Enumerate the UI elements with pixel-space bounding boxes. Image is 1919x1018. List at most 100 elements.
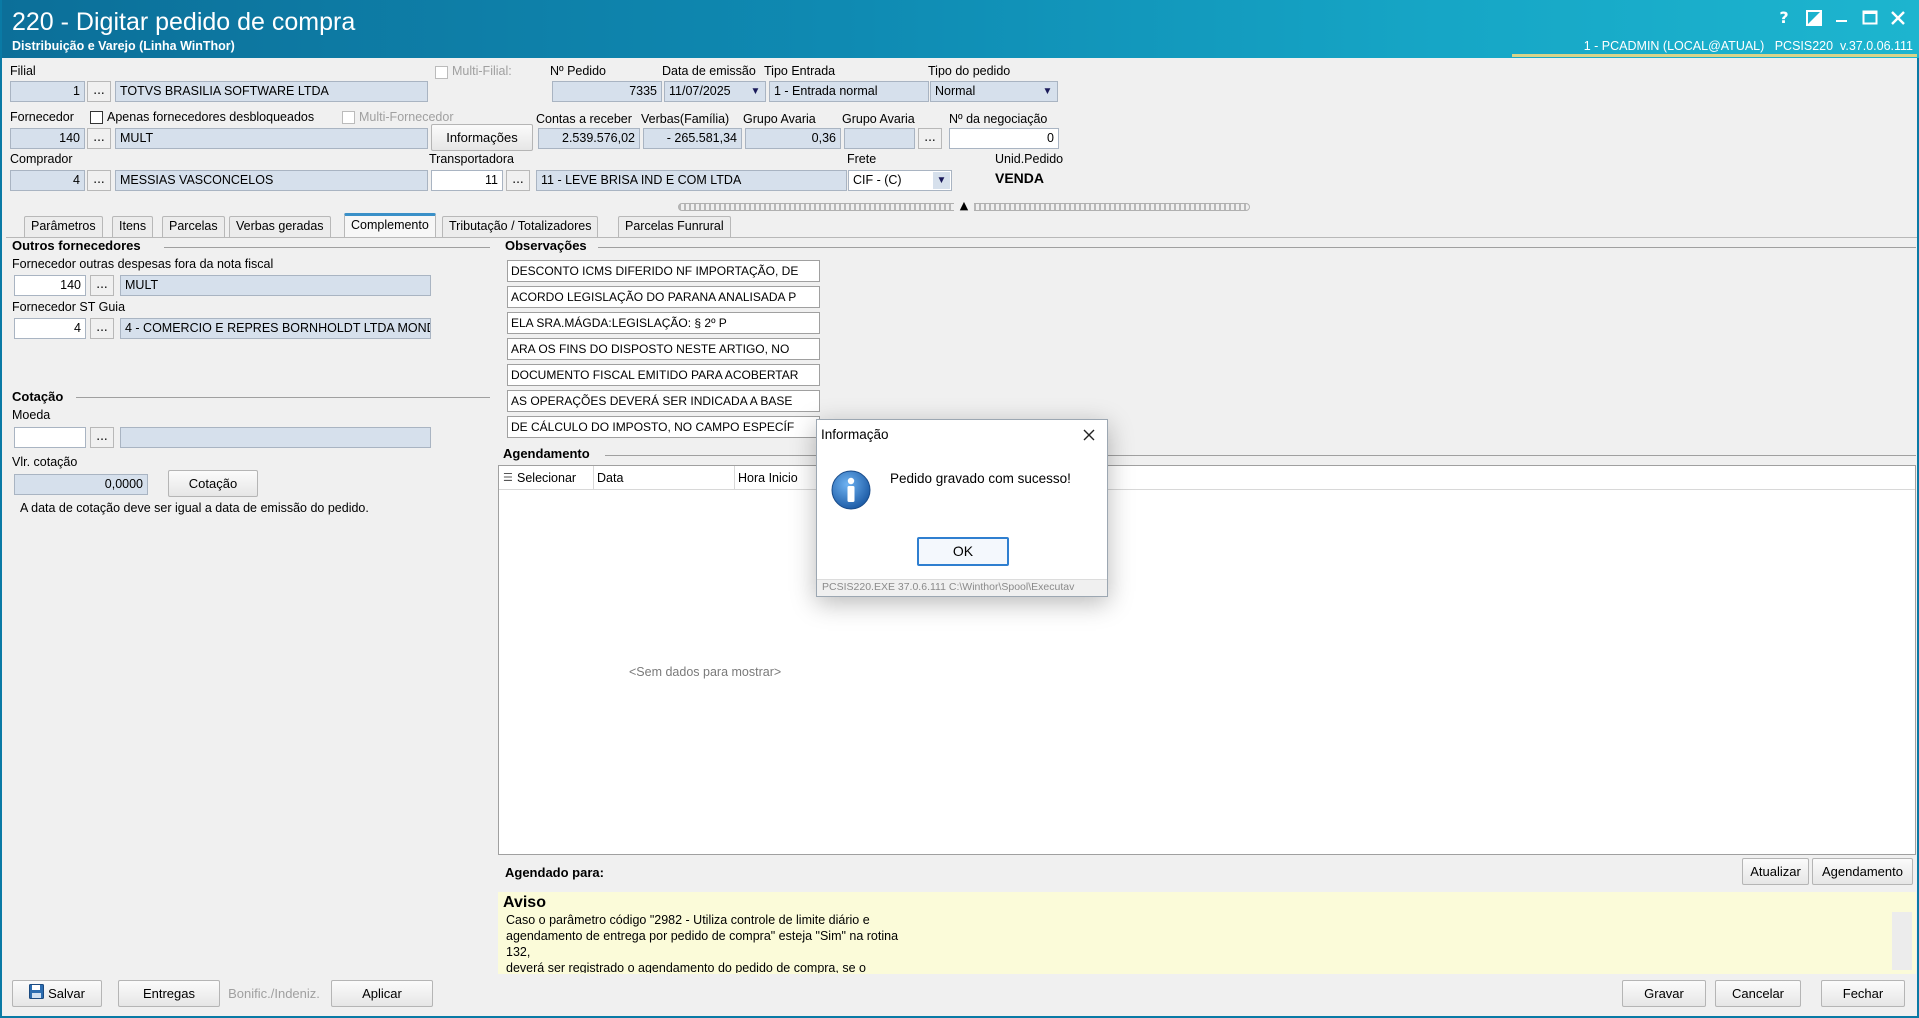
transportadora-name-field: 11 - LEVE BRISA IND E COM LTDA — [536, 170, 847, 191]
informacoes-button[interactable]: Informações — [431, 124, 533, 151]
transportadora-label: Transportadora — [429, 152, 514, 166]
multi-fornecedor-checkbox[interactable] — [342, 111, 355, 124]
fornecedor-search-button[interactable]: ... — [87, 128, 111, 149]
chevron-down-icon[interactable]: ▼ — [1039, 83, 1056, 100]
title-bar[interactable]: 220 - Digitar pedido de compra Distribui… — [2, 0, 1919, 58]
column-chooser-icon[interactable]: ☰ — [503, 471, 513, 484]
aplicar-button[interactable]: Aplicar — [331, 980, 433, 1007]
transportadora-code-field[interactable]: 11 — [431, 170, 503, 191]
grupo-avaria-field: 0,36 — [745, 128, 841, 149]
aviso-line: deverá ser registrado o agendamento do p… — [506, 961, 866, 973]
observacao-line[interactable]: ELA SRA.MÁGDA:LEGISLAÇÃO: § 2º P — [507, 312, 820, 334]
agendamento-button[interactable]: Agendamento — [1812, 858, 1913, 885]
tab-parcelas[interactable]: Parcelas — [162, 216, 225, 237]
observacao-line[interactable]: DOCUMENTO FISCAL EMITIDO PARA ACOBERTAR — [507, 364, 820, 386]
transportadora-search-button[interactable]: ... — [506, 170, 530, 191]
column-hora-inicio[interactable]: Hora Inicio — [738, 471, 798, 485]
help-icon[interactable]: ? — [1772, 6, 1796, 30]
aviso-line: Caso o parâmetro código "2982 - Utiliza … — [506, 913, 870, 927]
close-icon[interactable] — [1886, 6, 1910, 30]
grupo-avaria2-field — [844, 128, 915, 149]
unid-pedido-value: VENDA — [995, 170, 1045, 186]
comprador-code-field[interactable]: 4 — [10, 170, 85, 191]
entregas-button[interactable]: Entregas — [118, 980, 220, 1007]
data-emissao-picker[interactable]: 11/07/2025 ▼ — [664, 81, 766, 102]
comprador-name-field: MESSIAS VASCONCELOS — [115, 170, 428, 191]
forn-despesas-name-field: MULT — [120, 275, 431, 296]
comprador-search-button[interactable]: ... — [87, 170, 111, 191]
aviso-scrollbar[interactable] — [1892, 912, 1912, 970]
fornecedor-name-field: MULT — [115, 128, 428, 149]
dialog-title: Informação — [821, 427, 889, 442]
bonific-indeniz-button[interactable]: Bonific./Indeniz. — [222, 980, 326, 1007]
section-divider — [76, 397, 490, 398]
tab-itens[interactable]: Itens — [112, 216, 154, 237]
observacao-line[interactable]: ACORDO LEGISLAÇÃO DO PARANA ANALISADA P — [507, 286, 820, 308]
chevron-up-icon[interactable]: ▲ — [954, 199, 974, 213]
grupo-avaria-search-button[interactable]: ... — [918, 128, 942, 149]
aviso-line: agendamento de entrega por pedido de com… — [506, 929, 899, 943]
cancelar-button[interactable]: Cancelar — [1715, 980, 1801, 1007]
chevron-down-icon[interactable]: ▼ — [933, 172, 950, 189]
session-status: 1 - PCADMIN (LOCAL@ATUAL) PCSIS220 v.37.… — [1583, 39, 1913, 53]
multi-filial-checkbox[interactable] — [435, 66, 448, 79]
forn-despesas-search-button[interactable]: ... — [90, 275, 114, 296]
tab-verbas-geradas[interactable]: Verbas geradas — [229, 216, 331, 237]
atualizar-button[interactable]: Atualizar — [1742, 858, 1809, 885]
frete-select[interactable]: CIF - (C) ▼ — [848, 170, 952, 191]
tab-parcelas-funrural[interactable]: Parcelas Funrural — [618, 216, 731, 237]
tab-parametros[interactable]: Parâmetros — [24, 216, 103, 237]
theme-icon[interactable] — [1802, 6, 1826, 30]
fornecedor-code-field[interactable]: 140 — [10, 128, 85, 149]
observacao-line[interactable]: ARA OS FINS DO DISPOSTO NESTE ARTIGO, NO — [507, 338, 820, 360]
gravar-button[interactable]: Gravar — [1622, 980, 1706, 1007]
info-dialog[interactable]: Informação Pedido gravado com sucesso! O… — [816, 419, 1108, 597]
num-pedido-field[interactable]: 7335 — [552, 81, 662, 102]
forn-st-search-button[interactable]: ... — [90, 318, 114, 339]
contas-receber-label: Contas a receber — [536, 112, 632, 126]
num-pedido-label: Nº Pedido — [550, 64, 606, 78]
outros-fornecedores-title: Outros fornecedores — [12, 238, 141, 253]
verbas-label: Verbas(Família) — [641, 112, 730, 126]
tipo-pedido-select[interactable]: Normal ▼ — [930, 81, 1058, 102]
tab-complemento[interactable]: Complemento — [344, 213, 436, 238]
salvar-button[interactable]: Salvar — [12, 980, 102, 1007]
vlr-cotacao-field[interactable]: 0,0000 — [14, 474, 148, 495]
forn-despesas-code-field[interactable]: 140 — [14, 275, 86, 296]
forn-st-label: Fornecedor ST Guia — [12, 300, 126, 314]
dialog-status-text: PCSIS220.EXE 37.0.6.111 C:\Winthor\Spool… — [822, 581, 1075, 593]
negociacao-field[interactable]: 0 — [949, 128, 1059, 149]
agendamento-grid[interactable]: ☰ Selecionar Data Hora Inicio <Sem dados… — [498, 465, 1916, 855]
moeda-search-button[interactable]: ... — [90, 427, 114, 448]
frete-label: Frete — [847, 152, 877, 166]
data-emissao-value: 11/07/2025 — [669, 84, 731, 98]
window-subtitle: Distribuição e Varejo (Linha WinThor) — [12, 39, 235, 53]
ok-button[interactable]: OK — [917, 537, 1009, 566]
chevron-down-icon[interactable]: ▼ — [747, 83, 764, 100]
observacao-line[interactable]: DESCONTO ICMS DIFERIDO NF IMPORTAÇÃO, DE — [507, 260, 820, 282]
moeda-code-field[interactable] — [14, 427, 86, 448]
data-emissao-label: Data de emissão — [662, 64, 756, 78]
forn-st-code-field[interactable]: 4 — [14, 318, 86, 339]
column-data[interactable]: Data — [597, 471, 623, 485]
column-selecionar[interactable]: Selecionar — [517, 471, 576, 485]
tab-tributacao[interactable]: Tributação / Totalizadores — [442, 216, 599, 237]
observacao-line[interactable]: AS OPERAÇÕES DEVERÁ SER INDICADA A BASE — [507, 390, 820, 412]
dialog-statusbar: PCSIS220.EXE 37.0.6.111 C:\Winthor\Spool… — [817, 579, 1107, 596]
fechar-button[interactable]: Fechar — [1821, 980, 1905, 1007]
column-divider — [734, 466, 735, 490]
maximize-icon[interactable] — [1858, 6, 1882, 30]
app-window: 220 - Digitar pedido de compra Distribui… — [0, 0, 1919, 1018]
verbas-field: - 265.581,34 — [643, 128, 742, 149]
observacoes-title: Observações — [505, 238, 587, 253]
close-icon[interactable] — [1079, 425, 1099, 445]
apenas-desbloq-checkbox[interactable] — [90, 111, 103, 124]
filial-search-button[interactable]: ... — [87, 81, 111, 102]
observacao-line[interactable]: DE CÁLCULO DO IMPOSTO, NO CAMPO ESPECÍF — [507, 416, 820, 438]
minimize-icon[interactable] — [1830, 6, 1854, 30]
tipo-entrada-label: Tipo Entrada — [764, 64, 836, 78]
filial-code-field[interactable]: 1 — [10, 81, 85, 102]
multi-filial-label: Multi-Filial: — [452, 64, 512, 78]
cotacao-button[interactable]: Cotação — [168, 470, 258, 497]
cotacao-note: A data de cotação deve ser igual a data … — [20, 501, 369, 515]
